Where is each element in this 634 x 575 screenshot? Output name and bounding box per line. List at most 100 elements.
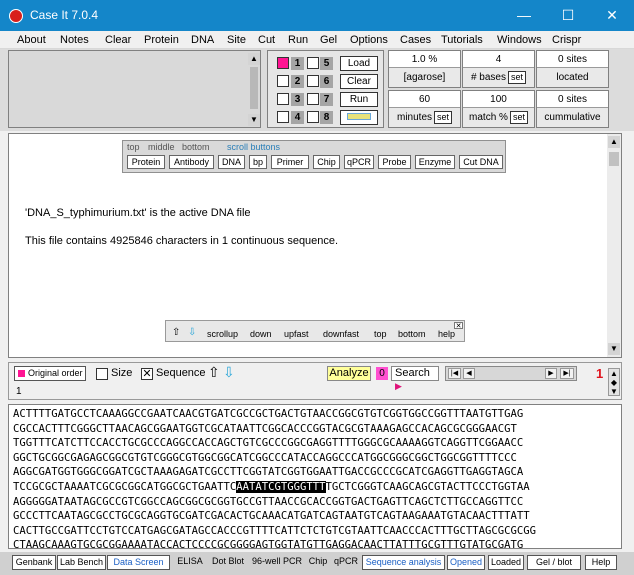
menu-notes[interactable]: Notes	[60, 32, 89, 48]
scroll-palette-top[interactable]: top	[374, 329, 387, 339]
palette-tab-top[interactable]: top	[127, 142, 140, 152]
lane-5-checkbox[interactable]	[307, 57, 319, 69]
minutes-value[interactable]: 60	[389, 91, 460, 108]
sites-cumulative-label: cummulative	[544, 112, 601, 123]
lane-8-checkbox[interactable]	[307, 111, 319, 123]
info-scroll-down-icon[interactable]: ▼	[248, 114, 260, 126]
menu-windows[interactable]: Windows	[497, 32, 542, 48]
load-button[interactable]: Load	[340, 56, 378, 71]
lane-7-checkbox[interactable]	[307, 93, 319, 105]
clear-button[interactable]: Clear	[340, 74, 378, 89]
data-screen-button[interactable]: Data Screen	[107, 555, 170, 570]
search-button[interactable]: Search ▶	[391, 366, 439, 391]
match-set-button[interactable]: set	[509, 111, 528, 124]
scroll-palette-down[interactable]: down	[250, 329, 272, 339]
lane-4-checkbox[interactable]	[277, 111, 289, 123]
main-scroll-up-icon[interactable]: ▲	[608, 136, 620, 148]
menu-dna[interactable]: DNA	[191, 32, 214, 48]
scroll-palette-scrollup[interactable]: scrollup	[207, 329, 238, 339]
loaded-indicator: Loaded	[488, 555, 524, 570]
main-scroll-thumb[interactable]	[609, 152, 619, 166]
analyze-button[interactable]: Analyze	[327, 366, 371, 381]
gel-blot-button[interactable]: Gel / blot	[527, 555, 581, 570]
slider-last-icon[interactable]: ▶|	[560, 368, 574, 379]
minutes-label: minutes	[396, 112, 432, 123]
palette-tab-scroll-buttons[interactable]: scroll buttons	[227, 142, 280, 152]
palette-enzyme-button[interactable]: Enzyme	[415, 155, 455, 169]
menu-tutorials[interactable]: Tutorials	[441, 32, 483, 48]
scroll-down-arrow-icon[interactable]: ⇩	[188, 327, 196, 338]
elisa-button[interactable]: ELISA	[174, 555, 206, 570]
scroll-up-arrow-icon[interactable]: ⇧	[172, 327, 180, 338]
slider-next-icon[interactable]: ▶	[545, 368, 557, 379]
genbank-button[interactable]: Genbank	[12, 555, 56, 570]
lane-1-checkbox[interactable]	[277, 57, 289, 69]
menu-cases[interactable]: Cases	[400, 32, 431, 48]
scroll-palette-close-icon[interactable]: ✕	[454, 322, 463, 330]
scroll-palette-upfast[interactable]: upfast	[284, 329, 309, 339]
minutes-set-button[interactable]: set	[434, 111, 453, 124]
palette-probe-button[interactable]: Probe	[378, 155, 411, 169]
palette-primer-button[interactable]: Primer	[271, 155, 309, 169]
sequence-position-slider[interactable]: |◀ ◀ ▶ ▶|	[445, 366, 577, 381]
menu-bar: About Notes Clear Protein DNA Site Cut R…	[0, 31, 634, 49]
close-button[interactable]: ✕	[590, 0, 634, 31]
menu-gel[interactable]: Gel	[320, 32, 337, 48]
seq-down-arrow-icon[interactable]: ⇩	[223, 364, 235, 381]
dot-blot-button[interactable]: Dot Blot	[208, 555, 248, 570]
slider-prev-icon[interactable]: ◀	[463, 368, 475, 379]
96-well-pcr-button[interactable]: 96-well PCR	[250, 555, 304, 570]
lane-2-checkbox[interactable]	[277, 75, 289, 87]
scroll-palette-bottom[interactable]: bottom	[398, 329, 426, 339]
size-checkbox[interactable]	[96, 368, 108, 380]
slider-first-icon[interactable]: |◀	[448, 368, 461, 379]
menu-options[interactable]: Options	[350, 32, 388, 48]
vertical-spinner-icon[interactable]: ▲ ◆ ▼	[608, 368, 620, 396]
lab-bench-button[interactable]: Lab Bench	[57, 555, 106, 570]
menu-about[interactable]: About	[17, 32, 46, 48]
scroll-palette-downfast[interactable]: downfast	[323, 329, 359, 339]
qpcr-button[interactable]: qPCR	[332, 555, 360, 570]
sequence-analysis-button[interactable]: Sequence analysis	[362, 555, 445, 570]
menu-clear[interactable]: Clear	[105, 32, 131, 48]
main-scrollbar[interactable]: ▲ ▼	[607, 134, 621, 357]
palette-protein-button[interactable]: Protein	[127, 155, 165, 169]
sequence-selection[interactable]: AATATCGTGGGTTT	[236, 480, 326, 493]
palette-tab-middle[interactable]: middle	[148, 142, 175, 152]
scroll-palette-help[interactable]: help	[438, 329, 455, 339]
lane-3-checkbox[interactable]	[277, 93, 289, 105]
palette-cut-dna-button[interactable]: Cut DNA	[459, 155, 503, 169]
bases-value[interactable]: 4	[463, 51, 534, 68]
tool-palette: top middle bottom scroll buttons Protein…	[122, 140, 506, 173]
menu-site[interactable]: Site	[227, 32, 246, 48]
help-button[interactable]: Help	[585, 555, 617, 570]
lane-6-label: 6	[320, 75, 333, 88]
seq-up-arrow-icon[interactable]: ⇧	[208, 364, 220, 381]
bases-set-button[interactable]: set	[508, 71, 527, 84]
palette-antibody-button[interactable]: Antibody	[169, 155, 214, 169]
gel-view-button[interactable]	[340, 110, 378, 125]
info-scroll-up-icon[interactable]: ▲	[248, 53, 260, 65]
original-order-toggle[interactable]: Original order	[14, 366, 86, 381]
menu-crispr[interactable]: Crispr	[552, 32, 581, 48]
maximize-button[interactable]: ☐	[546, 0, 590, 31]
palette-bp-button[interactable]: bp	[249, 155, 267, 169]
lane-3-label: 3	[291, 93, 304, 106]
sequence-checkbox[interactable]: ✕	[141, 368, 153, 380]
minimize-button[interactable]: —	[502, 0, 546, 31]
menu-cut[interactable]: Cut	[258, 32, 275, 48]
info-scroll-thumb[interactable]	[250, 67, 258, 109]
chip-button[interactable]: Chip	[306, 555, 330, 570]
run-button[interactable]: Run	[340, 92, 378, 107]
palette-tab-bottom[interactable]: bottom	[182, 142, 210, 152]
match-value[interactable]: 100	[463, 91, 534, 108]
menu-protein[interactable]: Protein	[144, 32, 179, 48]
palette-chip-button[interactable]: Chip	[313, 155, 340, 169]
lane-6-checkbox[interactable]	[307, 75, 319, 87]
palette-qpcr-button[interactable]: qPCR	[344, 155, 374, 169]
palette-dna-button[interactable]: DNA	[218, 155, 245, 169]
menu-run[interactable]: Run	[288, 32, 308, 48]
main-scroll-down-icon[interactable]: ▼	[608, 343, 620, 355]
lane-7-label: 7	[320, 93, 333, 106]
agarose-value[interactable]: 1.0 %	[389, 51, 460, 68]
